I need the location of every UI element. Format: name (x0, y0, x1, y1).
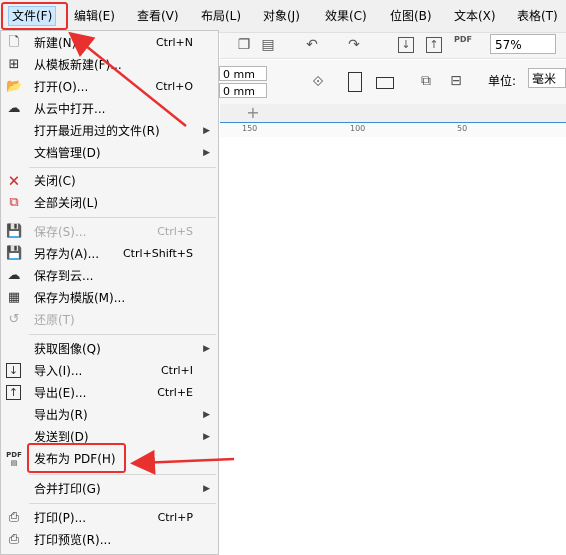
menu-item-save-as-template[interactable]: ▦ 保存为模版(M)... (1, 287, 218, 309)
print-icon: ⎙ (8, 510, 20, 525)
print-preview-icon: ⎙ (8, 532, 20, 547)
submenu-arrow-icon: ▶ (203, 344, 210, 354)
menu-item-print[interactable]: ⎙ 打印(P)... Ctrl+P (1, 507, 218, 529)
file-menu-highlight (1, 2, 68, 30)
import-toolbar-icon[interactable]: ↓ (398, 37, 414, 53)
save-template-icon: ▦ (7, 290, 21, 305)
menu-separator (29, 334, 216, 335)
menu-item-save-as[interactable]: 💾 另存为(A)... Ctrl+Shift+S (1, 243, 218, 265)
menu-text[interactable]: 文本(X) (454, 7, 496, 25)
cloud-upload-icon: ☁ (7, 268, 21, 283)
arrange-icon[interactable]: ⧉ (418, 73, 434, 89)
template-icon: ⊞ (8, 57, 20, 72)
new-document-icon: 🗋 (8, 35, 20, 50)
height-input[interactable]: 0 mm (219, 83, 267, 98)
close-document-icon: 🗙 (9, 173, 19, 188)
save-as-icon: 💾 (6, 246, 23, 261)
ruler-tick: 50 (457, 124, 468, 133)
close-all-icon: ⧉ (9, 195, 19, 210)
menu-object[interactable]: 对象(J) (263, 7, 300, 25)
menu-item-open-from-cloud[interactable]: ☁ 从云中打开... (1, 98, 218, 120)
menu-bitmaps[interactable]: 位图(B) (390, 7, 432, 25)
menu-item-open[interactable]: 📂 打开(O)... Ctrl+O (1, 76, 218, 98)
menu-item-close-all[interactable]: ⧉ 全部关闭(L) (1, 192, 218, 214)
menu-item-save[interactable]: 💾 保存(S)... Ctrl+S (1, 221, 218, 243)
menu-separator (29, 217, 216, 218)
submenu-arrow-icon: ▶ (203, 126, 210, 136)
menu-item-print-merge[interactable]: 合并打印(G) ▶ (1, 478, 218, 500)
pdf-icon: PDF ▤ (6, 451, 22, 467)
import-icon: ↓ (6, 363, 21, 378)
menu-item-new-from-template[interactable]: ⊞ 从模板新建(F)... (1, 54, 218, 76)
export-icon: ↑ (6, 385, 21, 400)
menu-view[interactable]: 查看(V) (137, 7, 179, 25)
menu-item-save-to-cloud[interactable]: ☁ 保存到云... (1, 265, 218, 287)
horizontal-ruler: 150 100 50 (220, 122, 566, 138)
page-layout-icon[interactable]: ⊟ (448, 73, 464, 89)
landscape-icon[interactable] (376, 77, 394, 89)
revert-icon: ↺ (8, 312, 20, 327)
menu-item-export[interactable]: ↑ 导出(E)... Ctrl+E (1, 382, 218, 404)
menu-layout[interactable]: 布局(L) (201, 7, 241, 25)
paste-icon[interactable]: ▤ (260, 37, 276, 53)
menu-bar: 文件(F) 编辑(E) 查看(V) 布局(L) 对象(J) 效果(C) 位图(B… (0, 0, 566, 33)
menu-separator (29, 167, 216, 168)
menu-item-export-as[interactable]: 导出为(R) ▶ (1, 404, 218, 426)
menu-item-open-recent[interactable]: 打开最近用过的文件(R) ▶ (1, 120, 218, 142)
zoom-level-select[interactable]: 57% (490, 34, 556, 54)
publish-pdf-highlight (27, 443, 126, 473)
menu-item-revert[interactable]: ↺ 还原(T) (1, 309, 218, 331)
copy-icon[interactable]: ❐ (236, 37, 252, 53)
unit-select[interactable]: 毫米 (528, 68, 566, 88)
menu-item-import[interactable]: ↓ 导入(I)... Ctrl+I (1, 360, 218, 382)
menu-separator (29, 503, 216, 504)
menu-effects[interactable]: 效果(C) (325, 7, 367, 25)
menu-table[interactable]: 表格(T) (517, 7, 558, 25)
file-dropdown-menu: 🗋 新建(N) Ctrl+N ⊞ 从模板新建(F)... 📂 打开(O)... … (0, 30, 219, 555)
menu-item-acquire-image[interactable]: 获取图像(Q) ▶ (1, 338, 218, 360)
document-tab-bar (220, 104, 566, 122)
ruler-tick: 100 (350, 124, 366, 133)
transform-icon[interactable]: ⟐ (310, 74, 326, 90)
unit-label: 单位: (488, 74, 517, 88)
folder-open-icon: 📂 (6, 79, 23, 94)
menu-item-print-preview[interactable]: ⎙ 打印预览(R)... (1, 529, 218, 551)
menu-item-new[interactable]: 🗋 新建(N) Ctrl+N (1, 32, 218, 54)
submenu-arrow-icon: ▶ (203, 148, 210, 158)
width-input[interactable]: 0 mm (219, 66, 267, 81)
submenu-arrow-icon: ▶ (203, 410, 210, 420)
undo-icon[interactable]: ↶ (304, 37, 320, 53)
export-toolbar-icon[interactable]: ↑ (426, 37, 442, 53)
cloud-icon: ☁ (7, 101, 21, 116)
portrait-icon[interactable] (348, 72, 362, 92)
menu-separator (29, 474, 216, 475)
menu-edit[interactable]: 编辑(E) (74, 7, 115, 25)
ruler-tick: 150 (242, 124, 258, 133)
pdf-toolbar-icon[interactable]: PDF (454, 35, 472, 51)
drawing-canvas[interactable] (220, 137, 566, 555)
save-icon: 💾 (6, 224, 23, 239)
menu-item-close[interactable]: 🗙 关闭(C) (1, 170, 218, 192)
new-tab-button[interactable]: + (244, 104, 262, 122)
redo-icon[interactable]: ↷ (346, 37, 362, 53)
menu-item-document-manager[interactable]: 文档管理(D) ▶ (1, 142, 218, 164)
submenu-arrow-icon: ▶ (203, 484, 210, 494)
submenu-arrow-icon: ▶ (203, 432, 210, 442)
